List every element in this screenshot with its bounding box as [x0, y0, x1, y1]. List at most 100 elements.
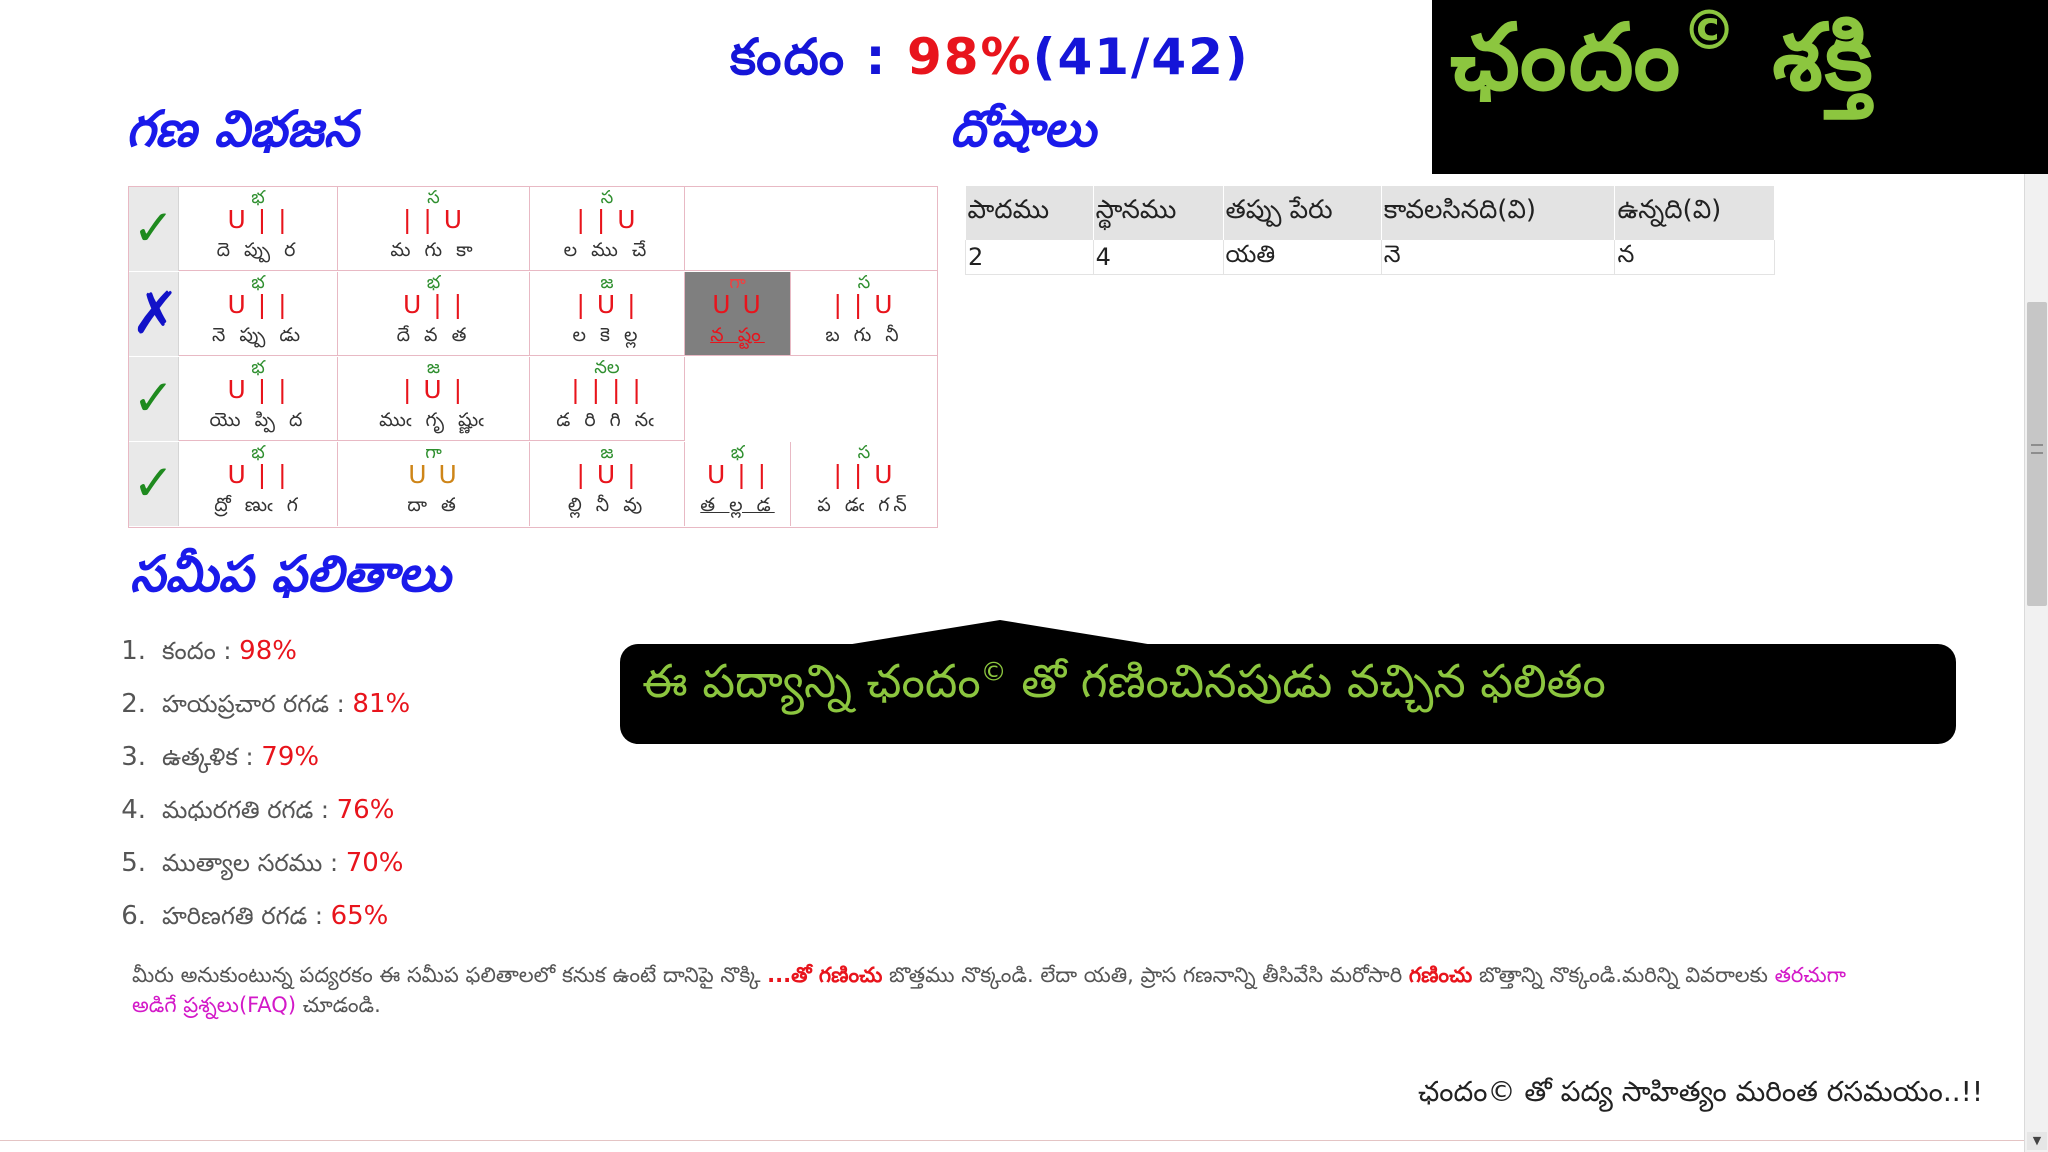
gana-cell-empty	[685, 357, 937, 441]
gana-cell: భ U | | దే వ త	[338, 272, 530, 356]
grip-icon	[2031, 444, 2043, 454]
gana-cell: భ U | | నె ప్పు డు	[179, 272, 338, 356]
callout-text: ఈ పద్యాన్ని ఛందం© తో గణించినపుడు వచ్చిన …	[642, 654, 1606, 720]
check-icon: ✓	[132, 199, 175, 257]
cell-padamu: 2	[965, 240, 1094, 275]
scrollbar[interactable]: ▼	[2024, 174, 2048, 1152]
cell-unnadi: న	[1614, 240, 1775, 275]
near-result-item[interactable]: 5. ముత్యాల సరము : 70%	[100, 848, 410, 901]
callout-box: ఈ పద్యాన్ని ఛందం© తో గణించినపుడు వచ్చిన …	[620, 644, 1956, 744]
item-name: ఉత్కళిక :	[162, 743, 254, 771]
item-name: ముత్యాల సరము :	[162, 849, 339, 877]
gana-cell: స | | U ల ము చే	[530, 187, 685, 271]
near-result-item[interactable]: 3. ఉత్కళిక : 79%	[100, 742, 410, 795]
instructions-text: మీరు అనుకుంటున్న పద్యరకం ఈ సమీప ఫలితాలలో…	[132, 960, 1852, 1020]
gana-cell: స | | U మ గు కా	[338, 187, 530, 271]
ganinchu-with-button-ref: ...తో గణించు	[767, 963, 883, 987]
row-status: ✗	[129, 272, 180, 356]
gana-grid: ✓ భ U | | దె ప్పు ర స | | U మ గు కా స | …	[128, 186, 938, 528]
dosha-table-header: పాదము స్థానము తప్పు పేరు కావలసినది(వి) ఉ…	[965, 186, 1775, 240]
near-results-list: 1. కందం : 98% 2. హయప్రచార రగడ : 81% 3. ఉత్క…	[100, 636, 410, 954]
item-percent: 70%	[345, 848, 404, 878]
bottom-divider	[0, 1140, 2028, 1141]
logo-banner: ఛందం© శక్తి	[1432, 0, 2048, 174]
item-percent: 79%	[261, 742, 320, 772]
row-status: ✓	[129, 357, 179, 441]
gana-row-2: ✗ భ U | | నె ప్పు డు భ U | | దే వ త జ | …	[129, 272, 937, 357]
item-number: 3.	[121, 742, 146, 772]
gana-pattern: | | U	[833, 460, 895, 489]
item-name: మధురగతి రగడ :	[162, 796, 329, 824]
gana-pattern: | | U	[402, 205, 465, 234]
gana-row-4: ✓ భ U | | ద్రో ణుఁ గ గా U U దా త జ | U |…	[129, 442, 937, 527]
gana-pattern: U | |	[706, 460, 769, 489]
gana-pattern: U | |	[227, 290, 289, 319]
heading-gana-vibhajana: గణ విభజన	[126, 100, 359, 158]
near-result-item[interactable]: 4. మధురగతి రగడ : 76%	[100, 795, 410, 848]
gana-cell: భ U | | త ల్ల డ	[685, 442, 791, 526]
scrollbar-thumb[interactable]	[2027, 302, 2047, 606]
gana-word: ద్రో ణుఁ గ	[214, 494, 302, 516]
callout-copyright: ©	[980, 657, 1007, 688]
gana-pattern: U | |	[227, 375, 289, 404]
gana-word: దే వ త	[396, 324, 471, 346]
gana-word: దె ప్పు ర	[216, 239, 300, 261]
table-row: 2 4 యతి నె న	[965, 240, 1775, 275]
item-percent: 81%	[352, 689, 411, 719]
gana-cell: జ | U | ముఁ గృ ష్ణుఁ	[338, 357, 530, 441]
logo-copyright: ©	[1682, 0, 1739, 63]
dosha-table: పాదము స్థానము తప్పు పేరు కావలసినది(వి) ఉ…	[965, 186, 1775, 275]
item-number: 4.	[121, 795, 146, 825]
col-tappu-peru: తప్పు పేరు	[1223, 186, 1382, 240]
gana-word: మ గు కా	[390, 239, 477, 261]
col-padamu: పాదము	[965, 186, 1094, 240]
item-name: హయప్రచార రగడ :	[162, 690, 345, 718]
item-percent: 65%	[330, 901, 389, 931]
gana-word: త ల్ల డ	[700, 494, 775, 516]
item-number: 5.	[121, 848, 146, 878]
logo-main: ఛందం	[1450, 4, 1683, 111]
instructions-part-2: బొత్తము నొక్కండి. లేదా యతి, ప్రాస గణనాన్…	[882, 963, 1409, 987]
callout-text-before: ఈ పద్యాన్ని ఛందం	[642, 654, 981, 708]
scroll-down-arrow-icon[interactable]: ▼	[2027, 1132, 2047, 1150]
heading-sameepa-phalitalu: సమీప ఫలితాలు	[130, 545, 451, 603]
col-sthanamu: స్థానము	[1093, 186, 1224, 240]
gana-pattern: U | |	[227, 205, 289, 234]
cross-icon: ✗	[131, 279, 180, 347]
gana-pattern: | U |	[576, 460, 638, 489]
gana-row-3: ✓ భ U | | యొ ప్పి ద జ | U | ముఁ గృ ష్ణుఁ…	[129, 357, 937, 442]
gana-cell-empty	[685, 187, 937, 271]
gana-cell: స | | U ప డఁ గన్	[791, 442, 937, 526]
callout-text-after: తో గణించినపుడు వచ్చిన ఫలితం	[1006, 654, 1606, 708]
gana-pattern: | | | |	[571, 375, 643, 404]
near-result-item[interactable]: 6. హరిణగతి రగడ : 65%	[100, 901, 410, 954]
gana-cell: భ U | | యొ ప్పి ద	[179, 357, 338, 441]
instructions-part-4: చూడండి.	[296, 993, 381, 1017]
result-label: కందం :	[730, 28, 888, 86]
instructions-part-3: బొత్తాన్ని నొక్కండి.మరిన్ని వివరాలకు	[1472, 963, 1775, 987]
ganinchu-button-ref: గణించు	[1408, 963, 1473, 987]
item-percent: 76%	[336, 795, 395, 825]
gana-word: ప డఁ గన్	[817, 494, 911, 516]
gana-cell: గా U U దా త	[338, 442, 530, 526]
gana-cell: జ | U | ల్లి నీ వు	[530, 442, 685, 526]
result-count: (41/42)	[1032, 28, 1250, 86]
gana-word: బ గు నీ	[825, 324, 903, 346]
gana-pattern: | | U	[576, 205, 638, 234]
gana-word: ల్లి నీ వు	[567, 494, 647, 516]
gana-row-1: ✓ భ U | | దె ప్పు ర స | | U మ గు కా స | …	[129, 187, 937, 272]
near-result-item[interactable]: 2. హయప్రచార రగడ : 81%	[100, 689, 410, 742]
result-summary: కందం : 98%(41/42)	[730, 28, 1250, 99]
item-name: కందం :	[162, 637, 232, 665]
row-status: ✓	[129, 442, 179, 526]
gana-word: నె ప్పు డు	[211, 324, 305, 346]
gana-word: యొ ప్పి ద	[209, 409, 307, 431]
near-result-item[interactable]: 1. కందం : 98%	[100, 636, 410, 689]
gana-pattern: U | |	[402, 290, 465, 319]
cell-kavalasinadi: నె	[1381, 240, 1616, 275]
gana-cell-error: గా U U న ష్టం	[685, 272, 791, 356]
col-kavalasinadi: కావలసినది(వి)	[1381, 186, 1616, 240]
footer-tagline: ఛందం© తో పద్య సాహిత్యం మరింత రసమయం..!!	[1418, 1075, 1984, 1108]
gana-cell: జ | U | ల కె ల్ల	[530, 272, 685, 356]
result-percent: 98%	[906, 28, 1033, 86]
